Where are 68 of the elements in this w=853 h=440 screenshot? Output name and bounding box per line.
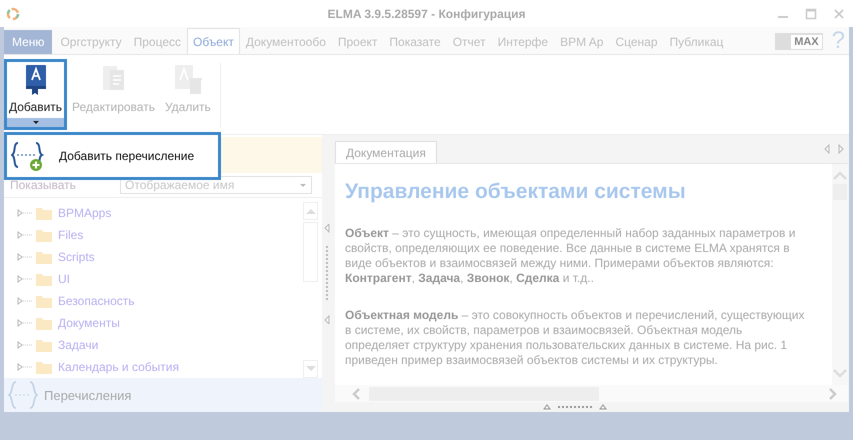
expander-icon[interactable] — [16, 340, 34, 350]
tree-item[interactable]: Scripts — [16, 246, 303, 268]
folder-icon — [36, 272, 52, 286]
book-trash-icon — [172, 64, 203, 96]
close-icon[interactable] — [833, 8, 845, 20]
ribbon-tab[interactable]: Проект — [332, 28, 384, 54]
folder-icon — [36, 360, 52, 374]
ribbon-tab[interactable]: Показате — [383, 28, 447, 54]
caret-icon — [32, 120, 40, 125]
doc-heading: Управление объектами системы — [345, 180, 687, 204]
folder-icon — [36, 316, 52, 330]
expander-icon[interactable] — [16, 208, 34, 218]
scroll-up-icon[interactable] — [304, 207, 316, 215]
folder-icon — [36, 206, 52, 220]
book-icon — [24, 64, 47, 96]
ribbon-tab[interactable]: Интерфе — [492, 28, 554, 54]
tree-item[interactable]: Документы — [16, 312, 303, 334]
app-logo-icon — [6, 6, 20, 20]
ribbon-button[interactable]: Добавить — [4, 59, 68, 130]
horizontal-scrollbar[interactable] — [335, 385, 848, 402]
caret-icon — [299, 182, 307, 188]
ribbon-tab[interactable]: Сценар — [609, 28, 664, 54]
braces-icon — [8, 381, 38, 409]
ribbon-tab[interactable]: BPM Ap — [554, 28, 610, 54]
expander-icon[interactable] — [16, 230, 34, 240]
section-title[interactable]: Перечисления — [44, 388, 132, 402]
menu-item[interactable]: Добавить перечисление — [7, 141, 198, 171]
braces-add-icon — [11, 141, 45, 171]
folder-icon — [36, 228, 52, 242]
filter-label: Показывать — [10, 178, 77, 192]
ribbon-tab[interactable]: Публикац — [664, 28, 730, 54]
documentation-tab[interactable]: Документация — [335, 141, 437, 163]
ribbon-tab[interactable]: Объект — [187, 28, 240, 54]
help-icon[interactable]: ? — [832, 28, 845, 54]
max-toggle[interactable]: MAX — [774, 33, 823, 50]
menu-button[interactable]: Меню — [4, 30, 52, 54]
splitter-handle-icon[interactable] — [324, 224, 330, 324]
ribbon-tab[interactable]: Процесс — [128, 28, 187, 54]
scroll-up-icon[interactable] — [833, 170, 847, 180]
ribbon-tab[interactable]: Оргструкту — [54, 28, 128, 54]
ribbon-tab[interactable]: Документообо — [240, 28, 332, 54]
folder-icon — [36, 294, 52, 308]
maximize-icon[interactable] — [805, 8, 817, 20]
tree-item[interactable]: Безопасность — [16, 290, 303, 312]
expander-icon[interactable] — [16, 362, 34, 372]
tab-scroll-arrows-icon[interactable] — [823, 144, 845, 154]
expander-icon[interactable] — [16, 252, 34, 262]
tree-item[interactable]: Календарь и события — [16, 356, 303, 378]
folder-icon — [36, 250, 52, 264]
window-title: ELMA 3.9.5.28597 - Конфигурация — [328, 6, 526, 20]
tree-item[interactable]: Задачи — [16, 334, 303, 356]
expander-icon[interactable] — [16, 274, 34, 284]
splitter-handle-icon[interactable] — [543, 404, 607, 410]
doc-paragraph: Объектная модель – это совокупность объектов и перечислений, существующих в системе, их свойств, параметров и взаимосвязей. Объектная модель определяет структуру хранения пользовательских данных в системе. На рис. 1 приведен пример взаимосвязей объектов системы и их структуры. — [345, 308, 806, 368]
doc-paragraph: Объект – это сущность, имеющая определенный набор заданных параметров и свойств, определяющих ее поведение. Все данные в системе ELMA хранятся в виде объектов и взаимосвязей между ними. Примерами объектов являются: Контрагент, Задача, Звонок, Сделка и т.д.. — [345, 226, 796, 286]
tree-item[interactable]: Files — [16, 224, 303, 246]
folder-icon — [36, 338, 52, 352]
expander-icon[interactable] — [16, 296, 34, 306]
tree-item[interactable]: BPMApps — [16, 202, 303, 224]
scroll-left-icon[interactable] — [351, 388, 361, 400]
scroll-down-icon[interactable] — [304, 365, 316, 373]
tree-item[interactable]: UI — [16, 268, 303, 290]
scroll-right-icon[interactable] — [828, 388, 838, 400]
ribbon-tab[interactable]: Отчет — [446, 28, 492, 54]
scrollbar[interactable] — [832, 164, 848, 385]
expander-icon[interactable] — [16, 318, 34, 328]
scroll-down-icon[interactable] — [833, 369, 847, 379]
scrollbar[interactable] — [303, 202, 318, 378]
